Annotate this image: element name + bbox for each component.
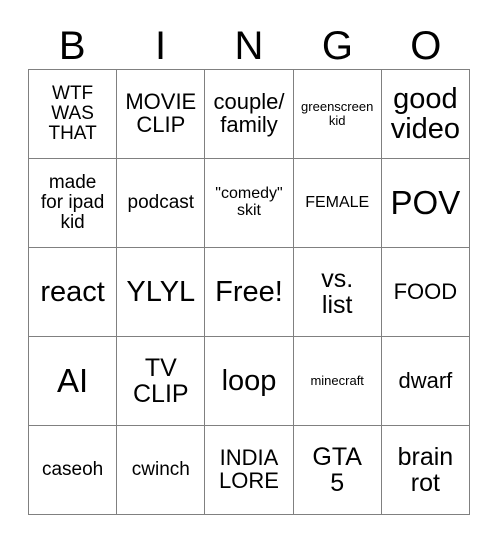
bingo-cell-label: couple/ family <box>213 89 285 137</box>
bingo-cell-r1c1[interactable]: WTF WAS THAT <box>29 70 118 159</box>
bingo-cell-label: made for ipad kid <box>40 172 105 233</box>
bingo-cell-label: TV CLIP <box>132 354 189 408</box>
header-letter-o: O <box>410 23 442 68</box>
bingo-cell-r5c2[interactable]: cwinch <box>117 426 206 515</box>
header-letter-n: N <box>234 23 264 68</box>
bingo-cell-label: brain rot <box>397 443 454 497</box>
bingo-cell-r2c5[interactable]: POV <box>381 159 470 248</box>
bingo-cell-label: vs. list <box>321 265 354 319</box>
bingo-cell-label: loop <box>221 364 277 397</box>
bingo-cell-label: AI <box>57 361 89 399</box>
bingo-cell-r2c3[interactable]: "comedy" skit <box>205 159 294 248</box>
bingo-cell-label: POV <box>390 183 461 221</box>
bingo-cell-r1c2[interactable]: MOVIE CLIP <box>117 70 206 159</box>
bingo-cell-r3c5[interactable]: FOOD <box>381 248 470 337</box>
bingo-cell-r5c1[interactable]: caseoh <box>29 426 118 515</box>
bingo-cell-label: YLYL <box>126 275 196 308</box>
bingo-cell-r5c3[interactable]: INDIA LORE <box>205 426 294 515</box>
bingo-cell-label: GTA 5 <box>312 443 362 497</box>
bingo-cell-label: FOOD <box>393 278 458 304</box>
bingo-cell-r2c4[interactable]: FEMALE <box>293 159 382 248</box>
bingo-cell-label: good video <box>390 82 461 145</box>
bingo-cell-label: Free! <box>215 275 283 308</box>
bingo-card: B I N G O WTF WAS THAT MOVIE CLIP couple… <box>0 0 500 544</box>
bingo-cell-r2c1[interactable]: made for ipad kid <box>29 159 118 248</box>
bingo-cell-r3c1[interactable]: react <box>29 248 118 337</box>
header-letter-g: G <box>321 23 353 68</box>
bingo-cell-label: dwarf <box>398 367 453 393</box>
bingo-cell-label: react <box>40 275 105 308</box>
bingo-cell-free-space[interactable]: Free! <box>205 248 294 337</box>
bingo-cell-r4c3[interactable]: loop <box>205 337 294 426</box>
bingo-cell-r2c2[interactable]: podcast <box>117 159 206 248</box>
bingo-cell-r5c4[interactable]: GTA 5 <box>293 426 382 515</box>
bingo-cell-label: FEMALE <box>305 193 370 211</box>
bingo-cell-label: MOVIE CLIP <box>125 89 197 137</box>
bingo-cell-label: INDIA LORE <box>219 445 279 493</box>
header-letter-b: B <box>58 23 86 68</box>
header-letter-i: I <box>155 23 167 68</box>
bingo-cell-r3c2[interactable]: YLYL <box>117 248 206 337</box>
bingo-cell-r4c5[interactable]: dwarf <box>381 337 470 426</box>
bingo-cell-r3c4[interactable]: vs. list <box>293 248 382 337</box>
bingo-cell-label: "comedy" skit <box>215 185 283 219</box>
bingo-cell-label: podcast <box>127 192 195 214</box>
bingo-header-row: B I N G O <box>28 22 470 69</box>
bingo-cell-label: caseoh <box>41 459 104 481</box>
bingo-grid: WTF WAS THAT MOVIE CLIP couple/ family g… <box>28 69 470 515</box>
bingo-cell-r1c5[interactable]: good video <box>381 70 470 159</box>
bingo-cell-r4c4[interactable]: minecraft <box>293 337 382 426</box>
bingo-cell-label: WTF WAS THAT <box>48 83 97 144</box>
bingo-cell-r1c4[interactable]: greenscreen kid <box>293 70 382 159</box>
bingo-cell-r1c3[interactable]: couple/ family <box>205 70 294 159</box>
bingo-cell-r5c5[interactable]: brain rot <box>381 426 470 515</box>
bingo-cell-r4c2[interactable]: TV CLIP <box>117 337 206 426</box>
bingo-cell-label: greenscreen kid <box>301 99 374 128</box>
bingo-cell-label: minecraft <box>310 373 364 389</box>
bingo-cell-r4c1[interactable]: AI <box>29 337 118 426</box>
bingo-cell-label: cwinch <box>131 459 190 481</box>
